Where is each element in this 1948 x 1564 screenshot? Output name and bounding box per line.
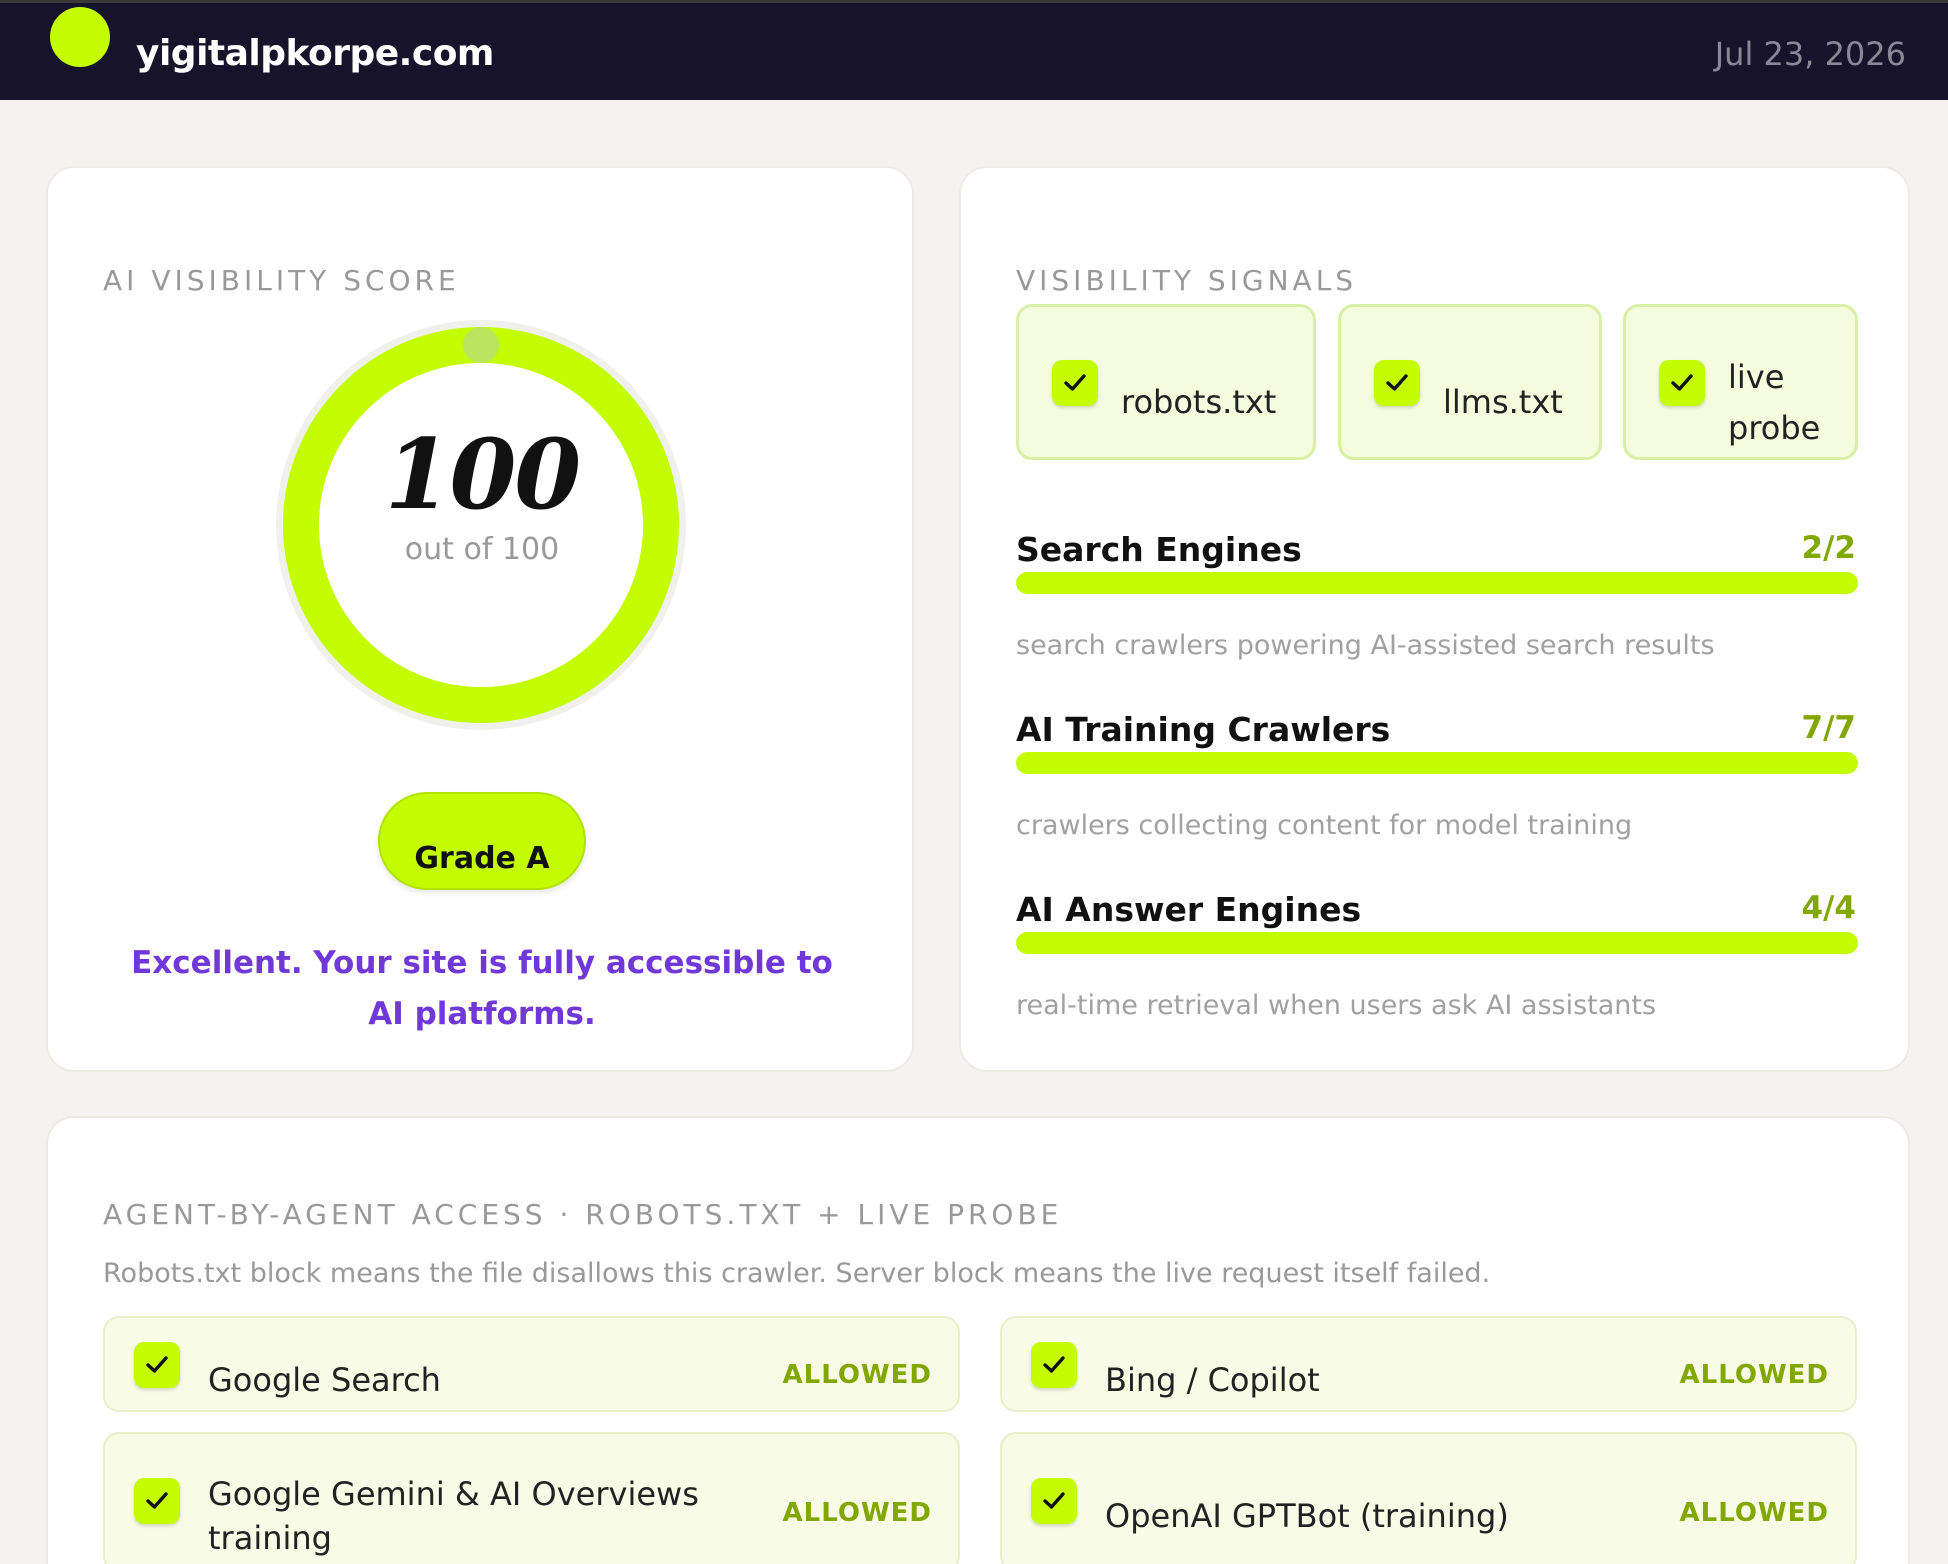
agents-note: Robots.txt block means the file disallow…: [103, 1258, 1491, 1289]
signal-chip-label: live probe: [1728, 358, 1821, 447]
signal-desc-search-engines: search crawlers powering AI-assisted sea…: [1016, 630, 1715, 661]
agents-section-label: AGENT-BY-AGENT ACCESS · ROBOTS.TXT + LIV…: [103, 1198, 1063, 1231]
signal-bar-fill: [1016, 572, 1858, 594]
agent-status-badge: ALLOWED: [782, 1360, 932, 1390]
signal-count-search-engines: 2/2: [1801, 530, 1856, 566]
signal-bar-fill: [1016, 752, 1858, 774]
signal-title-ai-training: AI Training Crawlers: [1016, 710, 1391, 749]
signal-count-ai-answer: 4/4: [1801, 890, 1856, 926]
signal-bar-search-engines: [1016, 572, 1858, 594]
report-date: Jul 23, 2026: [1714, 35, 1906, 73]
agent-name: Google Gemini & AI Overviews training: [208, 1475, 699, 1557]
score-value: 100: [384, 418, 581, 531]
score-section-label: AI VISIBILITY SCORE: [103, 264, 460, 297]
gauge-knob: [463, 327, 499, 363]
check-icon: [1659, 360, 1705, 406]
check-icon: [1031, 1342, 1077, 1388]
site-name: yigitalpkorpe.com: [136, 33, 494, 74]
agent-status-badge: ALLOWED: [1679, 1498, 1829, 1528]
agent-name: OpenAI GPTBot (training): [1105, 1497, 1509, 1535]
agent-row-google-gemini: Google Gemini & AI Overviews training AL…: [103, 1432, 960, 1564]
score-subtitle: out of 100: [404, 532, 560, 567]
signal-bar-ai-training: [1016, 752, 1858, 774]
signal-bar-fill: [1016, 932, 1858, 954]
signal-chip-label: robots.txt: [1121, 383, 1277, 421]
agents-card: AGENT-BY-AGENT ACCESS · ROBOTS.TXT + LIV…: [46, 1116, 1910, 1564]
signal-bar-ai-answer: [1016, 932, 1858, 954]
check-icon: [1374, 360, 1420, 406]
agent-row-openai-gptbot: OpenAI GPTBot (training) ALLOWED: [1000, 1432, 1857, 1564]
score-message: Excellent. Your site is fully accessible…: [131, 945, 833, 1032]
agent-status-badge: ALLOWED: [782, 1498, 932, 1528]
signal-chip-llms-txt: llms.txt: [1338, 304, 1602, 460]
agent-row-bing-copilot: Bing / Copilot ALLOWED: [1000, 1316, 1857, 1412]
signal-title-ai-answer: AI Answer Engines: [1016, 890, 1362, 929]
check-icon: [1031, 1478, 1077, 1524]
score-card: AI VISIBILITY SCORE 100 out of 100 Grade…: [46, 166, 914, 1072]
signal-chip-label: llms.txt: [1443, 383, 1563, 421]
check-icon: [134, 1342, 180, 1388]
check-icon: [134, 1478, 180, 1524]
signals-card: VISIBILITY SIGNALS robots.txt llms.txt l…: [959, 166, 1910, 1072]
signal-desc-ai-answer: real-time retrieval when users ask AI as…: [1016, 990, 1657, 1021]
grade-badge: Grade A: [378, 792, 586, 890]
signal-chip-robots-txt: robots.txt: [1016, 304, 1316, 460]
agent-row-google-search: Google Search ALLOWED: [103, 1316, 960, 1412]
agent-status-badge: ALLOWED: [1679, 1360, 1829, 1390]
signal-desc-ai-training: crawlers collecting content for model tr…: [1016, 810, 1633, 841]
signal-count-ai-training: 7/7: [1801, 710, 1856, 746]
top-bar: yigitalpkorpe.com Jul 23, 2026: [0, 0, 1948, 100]
signal-title-search-engines: Search Engines: [1016, 530, 1302, 569]
agent-name: Google Search: [208, 1361, 441, 1399]
signals-section-label: VISIBILITY SIGNALS: [1016, 264, 1358, 297]
logo-dot-icon: [50, 7, 110, 67]
agent-name: Bing / Copilot: [1105, 1361, 1320, 1399]
check-icon: [1052, 360, 1098, 406]
signal-chip-live-probe: live probe: [1623, 304, 1858, 460]
